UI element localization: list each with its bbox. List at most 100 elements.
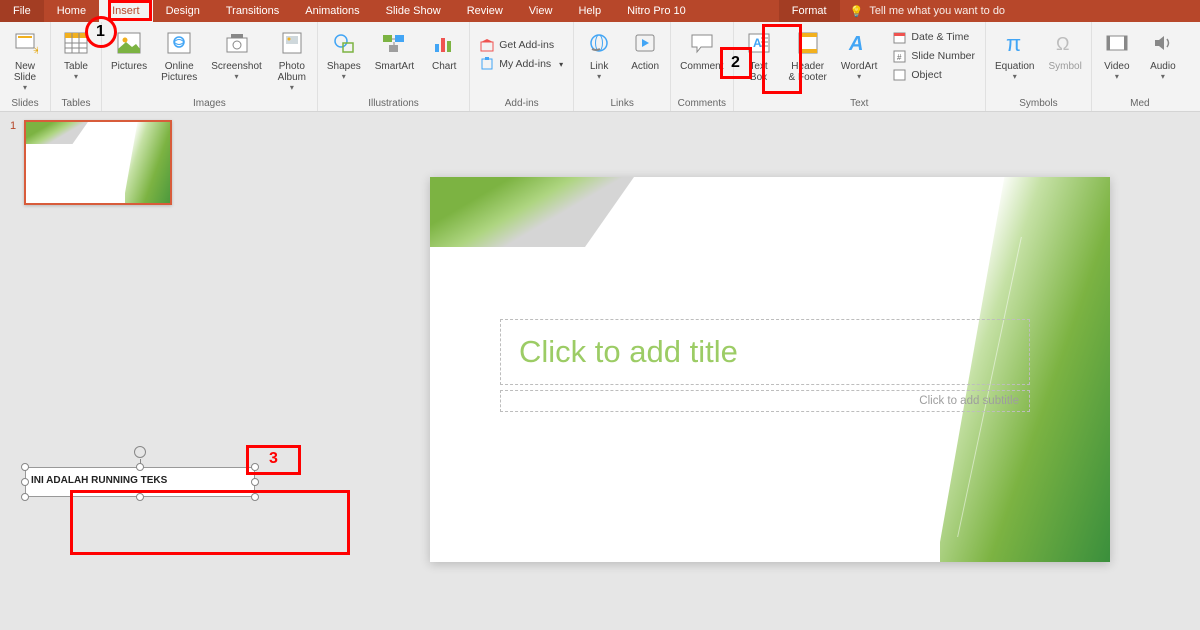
group-label-comments: Comments xyxy=(677,97,726,109)
tab-file[interactable]: File xyxy=(0,0,44,22)
link-button[interactable]: Link ▾ xyxy=(580,25,618,83)
get-addins-label: Get Add-ins xyxy=(499,39,554,51)
link-label: Link xyxy=(590,61,608,72)
resize-handle-bl[interactable] xyxy=(21,493,29,501)
tab-format[interactable]: Format xyxy=(779,0,840,22)
shapes-button[interactable]: Shapes ▾ xyxy=(324,25,364,83)
video-icon xyxy=(1101,27,1133,59)
screenshot-button[interactable]: Screenshot ▾ xyxy=(208,25,265,83)
symbol-button: Ω Symbol xyxy=(1046,25,1085,74)
action-button[interactable]: Action xyxy=(626,25,664,74)
tab-help[interactable]: Help xyxy=(565,0,614,22)
svg-text:π: π xyxy=(1006,31,1021,55)
new-slide-button[interactable]: ✳ New Slide ▾ xyxy=(6,25,44,94)
symbol-label: Symbol xyxy=(1049,61,1082,72)
tab-home[interactable]: Home xyxy=(44,0,99,22)
bulb-icon: 💡 xyxy=(850,5,864,18)
resize-handle-tl[interactable] xyxy=(21,463,29,471)
group-label-media: Med xyxy=(1098,97,1182,109)
audio-button[interactable]: Audio ▾ xyxy=(1144,25,1182,83)
video-button[interactable]: Video ▾ xyxy=(1098,25,1136,83)
table-button[interactable]: Table ▾ xyxy=(57,25,95,83)
wordart-button[interactable]: A WordArt ▾ xyxy=(838,25,881,83)
resize-handle-br[interactable] xyxy=(251,493,259,501)
slide-thumbnail-1[interactable]: 1 xyxy=(24,120,172,205)
equation-button[interactable]: π Equation ▾ xyxy=(992,25,1037,83)
header-footer-button[interactable]: Header & Footer xyxy=(786,25,830,85)
number-icon: # xyxy=(892,49,906,63)
slide[interactable]: Click to add title Click to add subtitle xyxy=(430,177,1110,562)
subtitle-placeholder-text: Click to add subtitle xyxy=(511,395,1019,407)
smartart-label: SmartArt xyxy=(375,61,414,72)
object-button[interactable]: Object xyxy=(888,67,979,83)
store-icon xyxy=(480,38,494,52)
resize-handle-bm[interactable] xyxy=(136,493,144,501)
wordart-label: WordArt xyxy=(841,61,878,72)
annotation-1-label: 1 xyxy=(96,23,105,41)
tab-insert[interactable]: Insert xyxy=(99,0,153,22)
comment-button[interactable]: Comment xyxy=(677,25,726,74)
tab-view[interactable]: View xyxy=(516,0,566,22)
tab-bar: File Home Insert Design Transitions Anim… xyxy=(0,0,1200,22)
header-footer-icon xyxy=(792,27,824,59)
decorative-shape-tl xyxy=(430,177,670,297)
textbox-content[interactable]: INI ADALAH RUNNING TEKS xyxy=(26,468,254,493)
smartart-button[interactable]: SmartArt xyxy=(372,25,417,74)
group-label-symbols: Symbols xyxy=(992,97,1085,109)
action-label: Action xyxy=(631,61,659,72)
group-tables: Table ▾ Tables xyxy=(51,22,102,111)
slide-canvas-area[interactable]: Click to add title Click to add subtitle… xyxy=(180,112,1200,630)
photo-album-button[interactable]: Photo Album ▾ xyxy=(273,25,311,94)
resize-handle-ml[interactable] xyxy=(21,478,29,486)
group-links: Link ▾ Action Links xyxy=(574,22,671,111)
rotate-handle[interactable] xyxy=(134,446,146,458)
equation-icon: π xyxy=(999,27,1031,59)
audio-label: Audio xyxy=(1150,61,1176,72)
date-time-button[interactable]: Date & Time xyxy=(888,29,979,45)
chart-button[interactable]: Chart xyxy=(425,25,463,74)
resize-handle-tm[interactable] xyxy=(136,463,144,471)
resize-handle-tr[interactable] xyxy=(251,463,259,471)
tab-nitro[interactable]: Nitro Pro 10 xyxy=(614,0,699,22)
get-addins-button[interactable]: Get Add-ins xyxy=(476,37,567,53)
screenshot-icon xyxy=(221,27,253,59)
dropdown-icon: ▾ xyxy=(74,72,78,81)
slide-number-button[interactable]: # Slide Number xyxy=(888,48,979,64)
object-label: Object xyxy=(911,69,941,81)
header-footer-label: Header & Footer xyxy=(789,61,827,83)
dropdown-icon: ▾ xyxy=(1115,72,1119,81)
title-placeholder-text: Click to add title xyxy=(519,334,1011,370)
subtitle-placeholder[interactable]: Click to add subtitle xyxy=(500,390,1030,412)
svg-text:#: # xyxy=(897,53,902,62)
action-icon xyxy=(629,27,661,59)
online-pictures-button[interactable]: Online Pictures xyxy=(158,25,200,85)
date-label: Date & Time xyxy=(911,31,969,43)
resize-handle-mr[interactable] xyxy=(251,478,259,486)
group-label-slides: Slides xyxy=(6,97,44,109)
title-placeholder[interactable]: Click to add title xyxy=(500,319,1030,385)
slidenum-label: Slide Number xyxy=(911,50,975,62)
pictures-button[interactable]: Pictures xyxy=(108,25,150,74)
annotation-2-label: 2 xyxy=(731,54,740,72)
date-icon xyxy=(892,30,906,44)
tab-design[interactable]: Design xyxy=(153,0,213,22)
tab-animations[interactable]: Animations xyxy=(292,0,372,22)
thumbnail-panel: 1 xyxy=(0,112,180,630)
selected-textbox[interactable]: INI ADALAH RUNNING TEKS xyxy=(25,467,255,497)
my-addins-button[interactable]: My Add-ins ▾ xyxy=(476,56,567,72)
dropdown-icon: ▾ xyxy=(290,83,294,92)
textbox-button[interactable]: A Text Box xyxy=(740,25,778,85)
tell-me-search[interactable]: 💡 Tell me what you want to do xyxy=(850,0,1005,22)
tab-review[interactable]: Review xyxy=(454,0,516,22)
group-label-illus: Illustrations xyxy=(324,97,463,109)
group-label-images: Images xyxy=(108,97,311,109)
smartart-icon xyxy=(378,27,410,59)
comment-label: Comment xyxy=(680,61,723,72)
svg-text:A: A xyxy=(753,36,762,50)
annotation-3-label: 3 xyxy=(269,450,278,468)
pictures-label: Pictures xyxy=(111,61,147,72)
tab-slideshow[interactable]: Slide Show xyxy=(373,0,454,22)
tab-transitions[interactable]: Transitions xyxy=(213,0,292,22)
new-slide-label: New Slide xyxy=(14,61,36,83)
group-symbols: π Equation ▾ Ω Symbol Symbols xyxy=(986,22,1092,111)
